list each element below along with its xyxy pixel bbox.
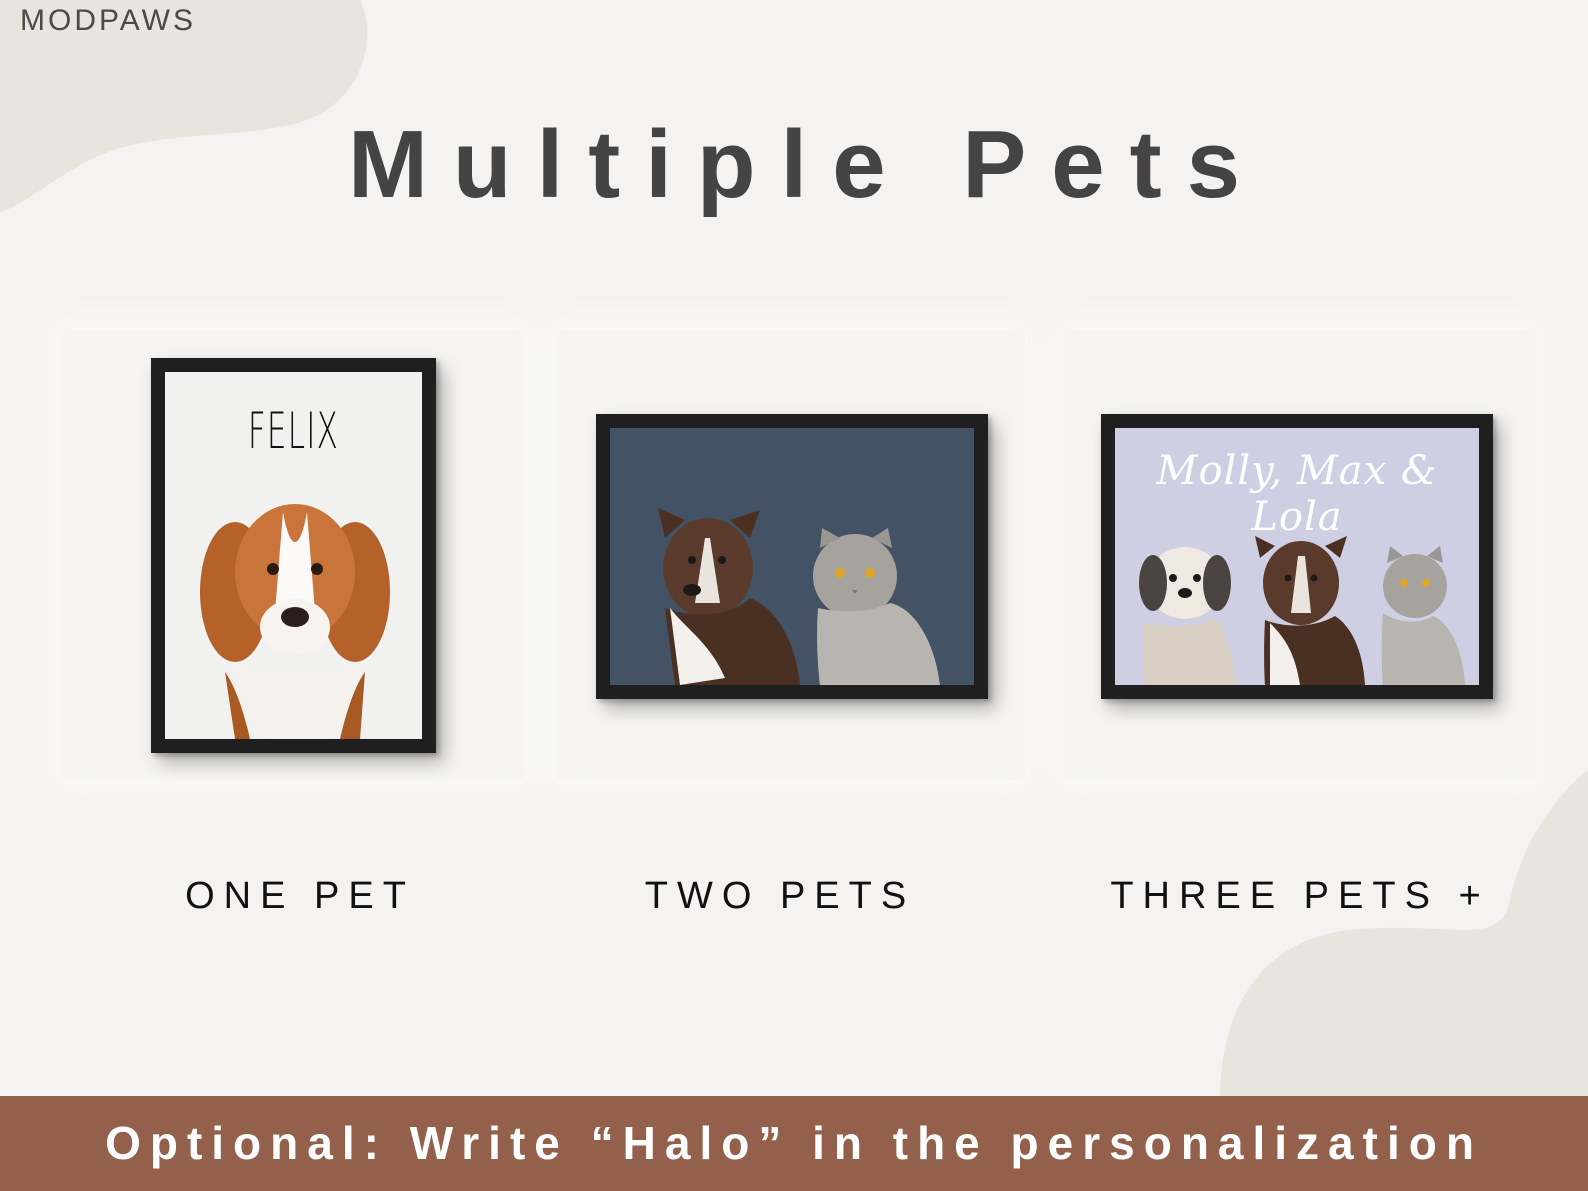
- portrait-one-pet: FELIX: [165, 372, 422, 739]
- dog-and-cat-illustration: [658, 508, 940, 685]
- portrait-two-pets: [610, 428, 974, 685]
- personalization-banner: Optional: Write “Halo” in the personaliz…: [0, 1096, 1588, 1191]
- three-pets-illustration: [1139, 536, 1465, 685]
- caption-two-pets: TWO PETS: [644, 875, 916, 917]
- brand-logo: MODPAWS: [20, 4, 196, 37]
- page-title: Multiple Pets: [347, 111, 1266, 218]
- decorative-blob-bottom-right: [1220, 770, 1588, 1100]
- portrait-three-pets: Molly, Max & Lola: [1115, 428, 1479, 685]
- frame-three-pets: Molly, Max & Lola: [1101, 414, 1493, 699]
- frame-one-pet: FELIX: [151, 358, 436, 753]
- spaniel-dog-illustration: [200, 504, 390, 739]
- caption-one-pet: ONE PET: [185, 875, 415, 917]
- frame-two-pets: [596, 414, 988, 699]
- caption-three-pets: THREE PETS +: [1110, 875, 1490, 917]
